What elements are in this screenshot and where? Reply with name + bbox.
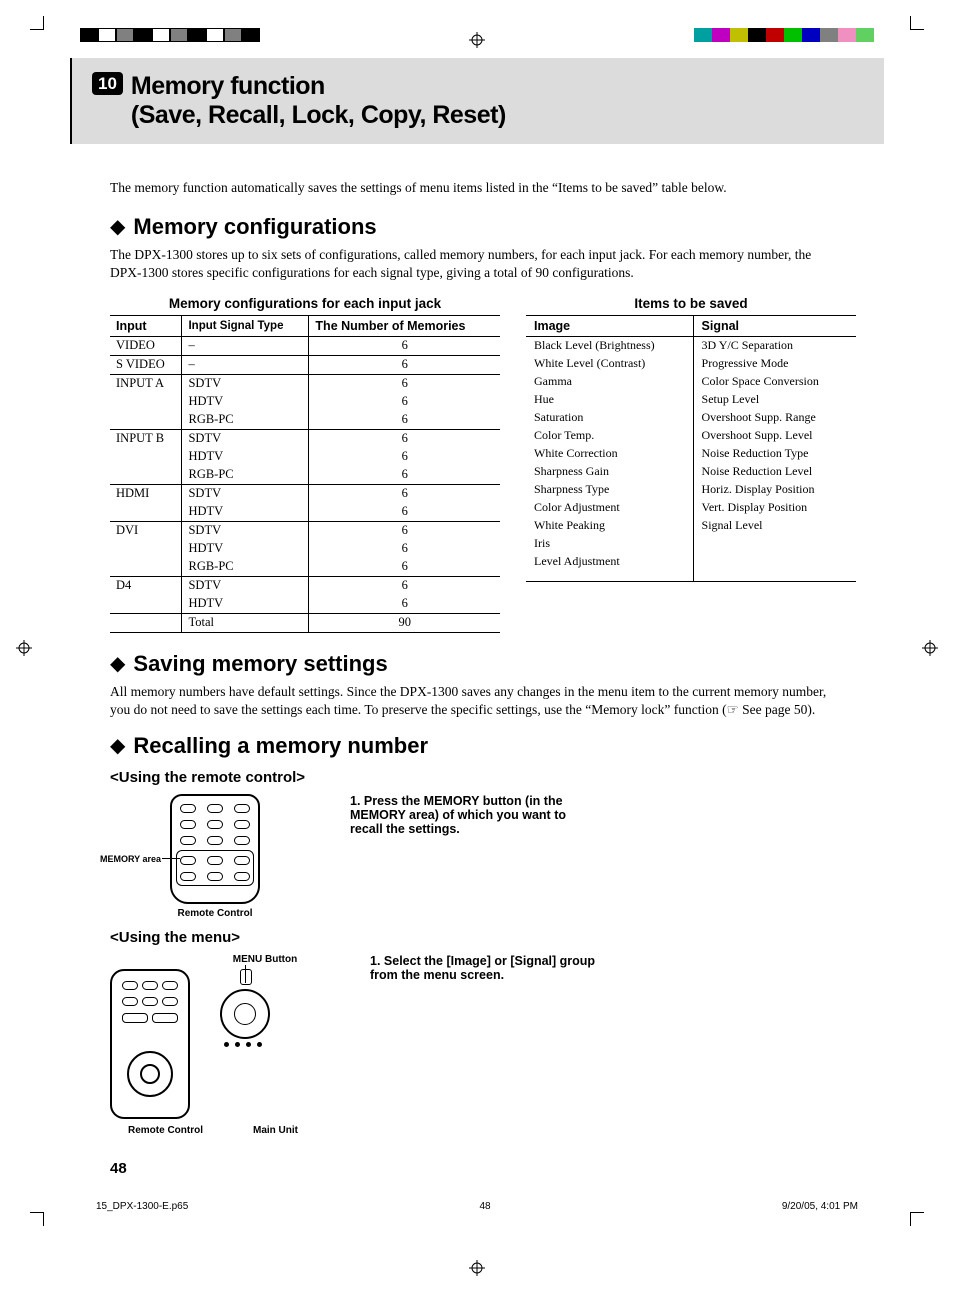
section-heading-memcfg: Memory configurations	[133, 214, 376, 240]
table-row: RGB-PC6	[110, 411, 500, 430]
table-row: HDTV6	[110, 595, 500, 614]
memory-config-table: Input Input Signal Type The Number of Me…	[110, 315, 500, 633]
footer-filename: 15_DPX-1300-E.p65	[96, 1201, 188, 1212]
t2-head-signal: Signal	[693, 315, 856, 336]
page-number: 48	[110, 1160, 844, 1177]
crop-mark	[910, 16, 924, 30]
table-row: INPUT BSDTV6	[110, 429, 500, 448]
table-row: White CorrectionNoise Reduction Type	[526, 445, 856, 463]
table-row: Color AdjustmentVert. Display Position	[526, 499, 856, 517]
color-calibration-bar	[694, 28, 874, 42]
section-heading-recall: Recalling a memory number	[133, 733, 428, 759]
table-row: Black Level (Brightness)3D Y/C Separatio…	[526, 336, 856, 355]
color-calibration-bar	[80, 28, 260, 42]
t1-head-num: The Number of Memories	[309, 315, 500, 336]
table-row: White PeakingSignal Level	[526, 517, 856, 535]
table-row: Sharpness TypeHoriz. Display Position	[526, 481, 856, 499]
step-remote: 1. Press the MEMORY button (in the MEMOR…	[350, 794, 590, 836]
table-row: HDTV6	[110, 448, 500, 466]
memory-area-label: MEMORY area	[100, 854, 161, 864]
t2-head-image: Image	[526, 315, 693, 336]
table-row: White Level (Contrast)Progressive Mode	[526, 355, 856, 373]
table-row: VIDEO–6	[110, 336, 500, 355]
registration-mark-icon	[469, 32, 485, 48]
intro-text: The memory function automatically saves …	[110, 180, 844, 196]
table-row: RGB-PC6	[110, 466, 500, 485]
menu-mainunit-caption: Main Unit	[253, 1125, 298, 1136]
chapter-title: Memory function	[131, 72, 506, 101]
table-row: HDTV6	[110, 393, 500, 411]
registration-mark-icon	[469, 1260, 485, 1276]
menu-figure	[110, 969, 340, 1119]
table2-caption: Items to be saved	[526, 296, 856, 311]
crop-mark	[30, 16, 44, 30]
registration-mark-icon	[16, 640, 32, 656]
table-row: S VIDEO–6	[110, 355, 500, 374]
footer-page: 48	[480, 1201, 491, 1212]
table-row: HDTV6	[110, 503, 500, 522]
t1-head-input: Input	[110, 315, 182, 336]
table1-caption: Memory configurations for each input jac…	[110, 296, 500, 311]
section-heading-save: Saving memory settings	[133, 651, 387, 677]
table-row: Color Temp.Overshoot Supp. Level	[526, 427, 856, 445]
diamond-bullet-icon: ◆	[110, 736, 125, 756]
crop-mark	[30, 1212, 44, 1226]
table-row: Level Adjustment	[526, 553, 856, 582]
remote-control-illustration	[110, 969, 190, 1119]
main-unit-illustration	[210, 969, 280, 1049]
table-row: HDTV6	[110, 540, 500, 558]
remote-caption: Remote Control	[110, 908, 320, 919]
chapter-header: 10 Memory function (Save, Recall, Lock, …	[70, 58, 884, 144]
table-row: GammaColor Space Conversion	[526, 373, 856, 391]
print-footer: 15_DPX-1300-E.p65 48 9/20/05, 4:01 PM	[50, 1201, 904, 1212]
crop-mark	[910, 1212, 924, 1226]
table-row: HDMISDTV6	[110, 484, 500, 503]
table-total-row: Total90	[110, 613, 500, 632]
subhead-menu: <Using the menu>	[110, 929, 844, 946]
save-body: All memory numbers have default settings…	[110, 683, 844, 719]
table-row: Iris	[526, 535, 856, 553]
table-row: INPUT ASDTV6	[110, 374, 500, 393]
table-row: SaturationOvershoot Supp. Range	[526, 409, 856, 427]
t1-head-sigtype: Input Signal Type	[182, 315, 309, 336]
table-row: HueSetup Level	[526, 391, 856, 409]
menu-remote-caption: Remote Control	[128, 1125, 203, 1136]
memcfg-body: The DPX-1300 stores up to six sets of co…	[110, 246, 844, 282]
diamond-bullet-icon: ◆	[110, 654, 125, 674]
items-saved-table: Image Signal Black Level (Brightness)3D …	[526, 315, 856, 583]
chapter-subtitle: (Save, Recall, Lock, Copy, Reset)	[131, 101, 506, 130]
diamond-bullet-icon: ◆	[110, 217, 125, 237]
table-row: RGB-PC6	[110, 558, 500, 577]
menu-button-label: MENU Button	[190, 954, 340, 965]
step-menu: 1. Select the [Image] or [Signal] group …	[370, 954, 610, 982]
table-row: DVISDTV6	[110, 521, 500, 540]
registration-mark-icon	[922, 640, 938, 656]
subhead-remote: <Using the remote control>	[110, 769, 844, 786]
table-row: D4SDTV6	[110, 576, 500, 595]
chapter-number-badge: 10	[92, 72, 123, 95]
footer-timestamp: 9/20/05, 4:01 PM	[782, 1201, 858, 1212]
table-row: Sharpness GainNoise Reduction Level	[526, 463, 856, 481]
remote-control-figure: MEMORY area Remote Control	[110, 794, 320, 919]
